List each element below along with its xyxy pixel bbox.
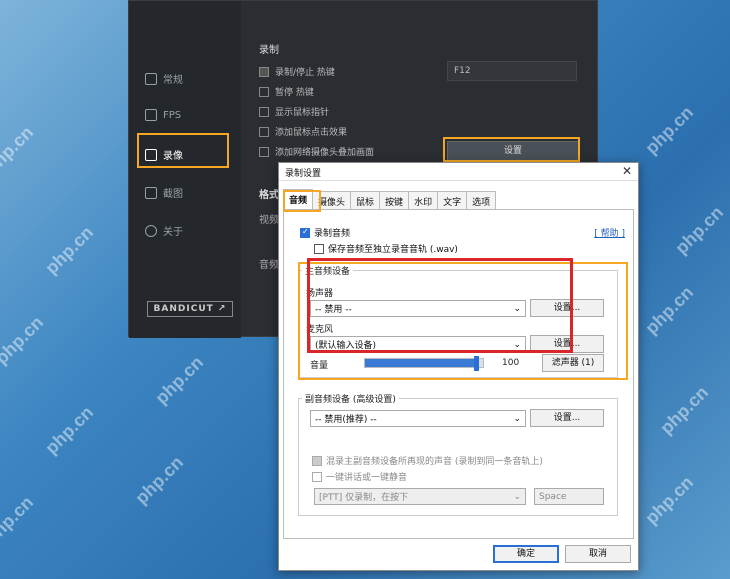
fps-icon: [145, 109, 157, 121]
watermark: php.cn: [656, 382, 713, 439]
save-separate-option[interactable]: 保存音频至独立录音音轨 (.wav): [314, 242, 458, 255]
checkbox[interactable]: [259, 106, 269, 117]
tab-watermark[interactable]: 水印: [408, 191, 439, 209]
nav-item-fps[interactable]: FPS: [145, 109, 181, 121]
watermark: php.cn: [41, 222, 98, 279]
format-label: 格式: [259, 190, 279, 201]
chevron-down-icon: ⌄: [513, 413, 521, 424]
tab-options[interactable]: 选项: [466, 191, 497, 209]
gear-icon: [145, 72, 157, 85]
checkbox[interactable]: [314, 243, 324, 254]
option-click-effect[interactable]: 添加鼠标点击效果: [259, 125, 347, 138]
image-icon: [145, 186, 157, 199]
watermark: php.cn: [641, 472, 698, 529]
video-label: 视频: [259, 215, 279, 226]
audio-label: 音频: [259, 260, 279, 271]
info-icon: [145, 224, 157, 237]
nav-item-general[interactable]: 常规: [145, 71, 183, 86]
option-record-hotkey[interactable]: 录制/停止 热键: [259, 65, 335, 78]
dialog-titlebar: 录制设置 ✕: [279, 163, 638, 181]
tab-text[interactable]: 文字: [437, 191, 468, 209]
watermark: php.cn: [641, 282, 698, 339]
ptt-key-field[interactable]: Space: [534, 488, 604, 505]
checkbox[interactable]: [259, 86, 269, 97]
nav-item-screenshot[interactable]: 截图: [145, 185, 183, 200]
highlight-settings-button: [443, 137, 580, 162]
tab-keys[interactable]: 按键: [379, 191, 410, 209]
ptt-option[interactable]: 一键讲话或一键静音: [312, 470, 407, 483]
sidebar: 常规 FPS 录像 截图 关于 BANDICUT ↗: [129, 1, 241, 338]
checkbox[interactable]: [312, 471, 322, 482]
ok-button[interactable]: 确定: [493, 545, 559, 563]
watermark: php.cn: [151, 352, 208, 409]
hotkey-field[interactable]: F12: [447, 61, 577, 81]
watermark: php.cn: [41, 402, 98, 459]
watermark: php.cn: [0, 312, 48, 369]
option-show-cursor[interactable]: 显示鼠标指针: [259, 105, 329, 118]
watermark: php.cn: [0, 122, 38, 179]
nav-item-about[interactable]: 关于: [145, 223, 183, 238]
checkbox[interactable]: [312, 455, 322, 466]
option-webcam-overlay[interactable]: 添加网络摄像头叠加画面: [259, 145, 374, 158]
checkbox[interactable]: [259, 146, 269, 157]
tab-mouse[interactable]: 鼠标: [350, 191, 381, 209]
mix-option[interactable]: 混录主副音频设备所再现的声音 (录制到同一条音轨上): [312, 454, 543, 467]
secondary-select[interactable]: -- 禁用(推荐) -- ⌄: [310, 410, 526, 427]
secondary-group-label: 副音频设备 (高级设置): [302, 392, 399, 405]
close-icon[interactable]: ✕: [622, 164, 632, 178]
watermark: php.cn: [131, 452, 188, 509]
highlight-devices: [307, 258, 573, 353]
watermark: php.cn: [641, 102, 698, 159]
section-record: 录制: [259, 45, 279, 56]
dialog-title: 录制设置: [285, 169, 322, 179]
highlight-audio-tab: [283, 190, 321, 212]
option-pause-hotkey[interactable]: 暂停 热键: [259, 85, 314, 98]
checkbox[interactable]: [300, 227, 310, 238]
checkbox[interactable]: [259, 126, 269, 137]
checkbox[interactable]: [259, 66, 269, 77]
ptt-select[interactable]: [PTT] 仅录制，在按下 ⌄: [314, 488, 526, 505]
help-link[interactable]: [ 帮助 ]: [594, 226, 625, 239]
bandicut-logo[interactable]: BANDICUT ↗: [147, 301, 233, 317]
watermark: php.cn: [0, 492, 38, 549]
watermark: php.cn: [671, 202, 728, 259]
secondary-setup-button[interactable]: 设置...: [530, 409, 604, 427]
cancel-button[interactable]: 取消: [565, 545, 631, 563]
record-audio-option[interactable]: 录制音频: [300, 226, 350, 239]
highlight-video-nav: [137, 133, 229, 168]
chevron-down-icon: ⌄: [513, 491, 521, 502]
